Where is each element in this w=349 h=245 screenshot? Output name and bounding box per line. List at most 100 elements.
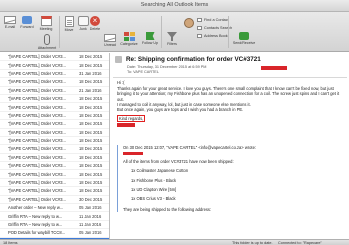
follow-up-button[interactable]: Follow Up	[140, 32, 160, 45]
message-row[interactable]: POD Details for waybill TCC8... 05 Jan 20…	[0, 229, 109, 238]
message-row[interactable]: Griffin RTA – New reply to w... 11 Jan 20…	[0, 212, 109, 221]
message-subject-preview: "[VAPE CARTEL] Order VC#3...	[8, 121, 66, 127]
address-book-button[interactable]: Address Book	[197, 34, 228, 38]
message-row[interactable]: "[VAPE CARTEL] Order VC#3... 18 Dec 2015	[0, 112, 109, 121]
redaction-bar	[117, 123, 135, 127]
status-dot-icon	[3, 206, 6, 209]
message-subject-preview: "[VAPE CARTEL] Order VC#3...	[8, 62, 66, 68]
search-icon	[197, 26, 202, 30]
message-row[interactable]: "[VAPE CARTEL] Order VC#3... 18 Dec 2015	[0, 179, 109, 188]
header-divider	[113, 77, 347, 78]
categorize-button[interactable]: Categorize	[118, 32, 140, 46]
message-subject-preview: "[VAPE CARTEL] Order VC#3...	[8, 171, 66, 177]
status-dot-icon	[3, 173, 6, 176]
junk-button[interactable]: Junk	[77, 16, 89, 31]
message-row[interactable]: "[VAPE CARTEL] Order VC#3... 18 Dec 2015	[0, 95, 109, 104]
message-recipient[interactable]: VAPE CARTEL	[133, 70, 159, 74]
toolbar-divider	[228, 16, 229, 48]
message-row[interactable]: "[VAPE CARTEL] Order VC#3... 18 Dec 2015	[0, 103, 109, 112]
message-row[interactable]: "[VAPE CARTEL] Order VC#3... 18 Dec 2015	[0, 162, 109, 171]
redaction-bar	[261, 66, 287, 70]
forward-icon	[22, 16, 32, 24]
filter-icon	[167, 32, 177, 41]
greeting: Hi :(	[117, 80, 125, 85]
status-dot-icon	[3, 64, 6, 67]
contacts-search-button[interactable]: Contacts Search	[197, 26, 232, 30]
message-row[interactable]: Griffin RTA – New reply to w... 11 Jan 20…	[0, 221, 109, 230]
status-dot-icon	[3, 131, 6, 134]
message-row[interactable]: "[VAPE CARTEL] Order VC#3... 18 Dec 2015	[0, 137, 109, 146]
envelope-icon	[4, 16, 16, 24]
message-subject-preview: "[VAPE CARTEL] Order VC#3...	[8, 70, 66, 76]
status-dot-icon	[3, 231, 6, 234]
message-date: 18 Dec 2015	[79, 121, 103, 127]
status-dot-icon	[3, 80, 6, 83]
quoted-message: On 30 Dec 2015 12:07, "VAPE CARTEL" <inf…	[117, 145, 345, 213]
message-subject-preview: "[VAPE CARTEL] Order VC#3...	[8, 96, 66, 102]
message-row[interactable]: "[VAPE CARTEL] Order VC#3... 18 Dec 2015	[0, 61, 109, 70]
calendar-icon	[40, 16, 52, 26]
toolbar: E-mail Forward Meeting Attachment Move J…	[0, 12, 349, 52]
contact-card-icon	[197, 18, 202, 22]
message-row[interactable]: "[VAPE CARTEL] Order VC#3... 18 Dec 2015	[0, 145, 109, 154]
order-item: 1x UD Clapton Wire [5m]	[131, 187, 177, 193]
message-subject-preview: "[VAPE CARTEL] Order VC#3...	[8, 154, 66, 160]
filters-button[interactable]: Filters	[164, 32, 180, 46]
message-row[interactable]: "[VAPE CARTEL] Order VC#3... 18 Dec 2015	[0, 78, 109, 87]
message-row[interactable]: "[VAPE CARTEL] Order VC#3... 18 Dec 2015	[0, 187, 109, 196]
message-date: 18 Dec 2015	[79, 180, 103, 186]
delete-button[interactable]: × Delete	[89, 16, 101, 31]
connection-status: Connected to: "Rapecare"	[278, 240, 322, 245]
folder-status: This folder is up to date.	[232, 240, 273, 245]
quote-outro: They are being shipped to the following …	[123, 206, 212, 212]
message-subject: Re: Shipping confirmation for order VC#3…	[126, 56, 261, 63]
send-receive-button[interactable]: Send/Receive	[232, 32, 256, 45]
sender-avatar	[115, 56, 122, 63]
message-subject-preview: "[VAPE CARTEL] Order VC#3...	[8, 79, 66, 85]
attachment-button[interactable]: Attachment	[37, 34, 57, 50]
status-dot-icon	[3, 198, 6, 201]
message-row[interactable]: "[VAPE CARTEL] Order VC#3... 30 Dec 2015	[0, 196, 109, 205]
message-row[interactable]: "[VAPE CARTEL] Order VC#3... 21 Jan 2016	[0, 87, 109, 95]
message-row[interactable]: "[VAPE CARTEL] Order VC#3... 18 Dec 2015	[0, 154, 109, 163]
message-date: 18 Dec 2015	[79, 188, 103, 194]
email-button[interactable]: E-mail	[3, 16, 17, 29]
message-date: 30 Dec 2015	[79, 196, 103, 202]
message-date: 18 Dec 2015	[79, 146, 103, 152]
message-subject-preview: "[VAPE CARTEL] Order VC#3...	[8, 180, 66, 186]
message-subject-preview: "[VAPE CARTEL] Order VC#3...	[8, 112, 66, 118]
status-dot-icon	[3, 139, 6, 142]
meeting-button[interactable]: Meeting	[37, 16, 55, 31]
message-row[interactable]: "[VAPE CARTEL] Order VC#3... 31 Jan 2016	[0, 70, 109, 79]
delete-icon: ×	[90, 16, 100, 26]
message-subject-row: Re: Shipping confirmation for order VC#3…	[115, 56, 347, 63]
redaction-bar	[123, 151, 143, 156]
order-item: 1x OBS Crius V3 - Black	[131, 196, 176, 202]
toolbar-divider	[161, 16, 162, 48]
status-dot-icon	[3, 122, 6, 125]
message-date: 18 Dec 2015	[79, 112, 103, 118]
message-date: 05 Jan 2016	[79, 205, 102, 211]
message-row[interactable]: "[VAPE CARTEL] Order VC#3... 18 Dec 2015	[0, 120, 109, 129]
toolbar-divider	[59, 16, 60, 48]
message-date: 11 Jan 2016	[79, 213, 102, 219]
quote-intro: All of the items from order VC#3721 have…	[123, 158, 234, 164]
forward-button[interactable]: Forward	[18, 16, 36, 29]
message-subject-preview: Griffin RTA – New reply to w...	[8, 213, 63, 219]
status-dot-icon	[3, 189, 6, 192]
message-date: 21 Jan 2016	[79, 87, 102, 93]
message-subject-preview: "[VAPE CARTEL] Order VC#3...	[8, 104, 66, 110]
status-bar: 18 Items This folder is up to date. Conn…	[0, 239, 349, 245]
message-row[interactable]: "[VAPE CARTEL] Order VC#3... 18 Dec 2015	[0, 53, 109, 62]
unread-button[interactable]: Unread	[103, 34, 117, 47]
message-row[interactable]: Another order – New reply w... 05 Jan 201…	[0, 204, 109, 213]
order-item: 1x Fishbone Plus - Black	[131, 177, 177, 183]
contact-icon[interactable]	[184, 18, 194, 28]
move-button[interactable]: Move	[62, 16, 76, 32]
message-row[interactable]: "[VAPE CARTEL] Order VC#3... 18 Dec 2015	[0, 129, 109, 137]
message-row[interactable]: "[VAPE CARTEL] Order VC#3... 18 Dec 2015	[0, 170, 109, 179]
status-dot-icon	[3, 147, 6, 150]
find-contact-button[interactable]: Find a Contact	[197, 18, 229, 22]
message-date: 18 Dec 2015	[79, 62, 103, 68]
status-dot-icon	[3, 55, 6, 58]
